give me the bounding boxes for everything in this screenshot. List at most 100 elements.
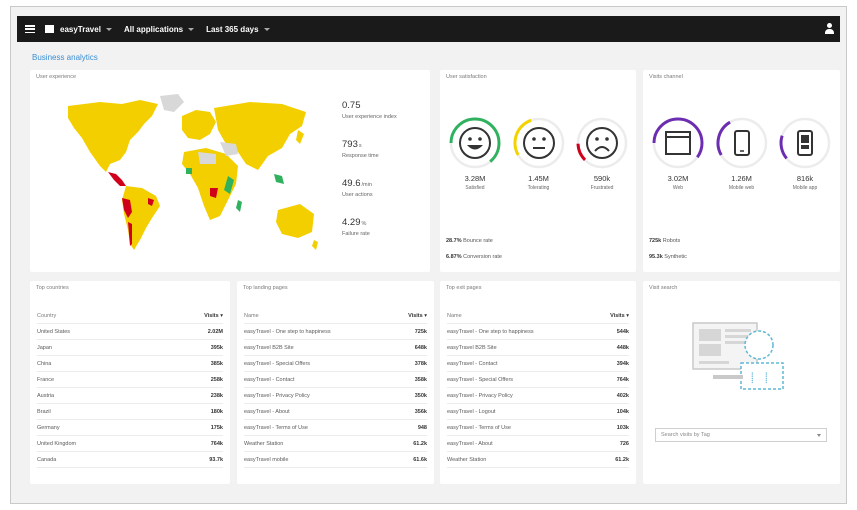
- menu-icon[interactable]: [25, 25, 35, 33]
- row-value: 175k: [210, 424, 223, 431]
- exit-pages-table: Name Visits ▾ easyTravel - One step to h…: [447, 308, 629, 468]
- column-header-visits[interactable]: Visits ▾: [610, 313, 629, 319]
- kpi-failure-rate[interactable]: 4.29% Failure rate: [342, 217, 422, 237]
- world-map[interactable]: [60, 94, 320, 254]
- kpi-user-actions[interactable]: 49.6/min User actions: [342, 178, 422, 198]
- table-row[interactable]: easyTravel mobile 61.6k: [244, 452, 427, 468]
- map-central-america[interactable]: [108, 172, 126, 186]
- map-japan[interactable]: [296, 130, 304, 144]
- table-row[interactable]: easyTravel - Special Offers 378k: [244, 356, 427, 372]
- gauge-value: 590k: [593, 174, 611, 183]
- tile-title: User satisfaction: [446, 74, 487, 80]
- timeframe-selector[interactable]: Last 365 days: [206, 24, 270, 34]
- user-experience-tile[interactable]: User experience 0.75 User experience ind…: [30, 70, 430, 272]
- map-australia[interactable]: [276, 204, 314, 238]
- synthetic-value: 95.3k: [649, 254, 663, 260]
- visit-search-input[interactable]: Search visits by Tag: [655, 428, 827, 442]
- gauge-frustrated[interactable]: 590k Frustrated: [573, 116, 631, 191]
- column-header-visits[interactable]: Visits ▾: [408, 313, 427, 319]
- row-name: easyTravel B2B Site: [244, 344, 294, 351]
- top-exit-pages-tile[interactable]: Top exit pages Name Visits ▾ easyTravel …: [440, 281, 636, 484]
- table-row[interactable]: Weather Station 61.2k: [244, 436, 427, 452]
- map-new-zealand[interactable]: [312, 240, 318, 250]
- app-selector[interactable]: easyTravel: [60, 25, 112, 34]
- column-header-country[interactable]: Country: [37, 313, 56, 319]
- robots-label: Robots: [662, 238, 681, 244]
- table-row[interactable]: easyTravel - Privacy Policy 350k: [244, 388, 427, 404]
- top-countries-tile[interactable]: Top countries Country Visits ▾ United St…: [30, 281, 230, 484]
- column-header-visits[interactable]: Visits ▾: [204, 313, 223, 319]
- table-row[interactable]: France 258k: [37, 372, 223, 388]
- applications-filter-label: All applications: [123, 24, 184, 34]
- gauge-web[interactable]: 3.02M Web: [649, 116, 707, 191]
- table-row[interactable]: United States 2.02M: [37, 324, 223, 340]
- row-name: easyTravel mobile: [244, 456, 289, 463]
- row-name: Brazil: [37, 408, 51, 415]
- row-value: 648k: [414, 344, 427, 351]
- row-name: easyTravel - One step to happiness: [244, 328, 331, 335]
- map-north-america[interactable]: [68, 100, 158, 172]
- timeframe-label: Last 365 days: [206, 24, 259, 34]
- mobile-app-gauge: [779, 117, 831, 169]
- row-name: United States: [37, 328, 71, 335]
- visit-search-placeholder: Search visits by Tag: [661, 432, 710, 438]
- table-row[interactable]: easyTravel - Special Offers 764k: [447, 372, 629, 388]
- gauge-mobile-web[interactable]: 1.26M Mobile web: [713, 116, 771, 191]
- table-row[interactable]: easyTravel - Logout 104k: [447, 404, 629, 420]
- table-row[interactable]: easyTravel - About 726: [447, 436, 629, 452]
- table-row[interactable]: easyTravel B2B Site 648k: [244, 340, 427, 356]
- table-row[interactable]: easyTravel B2B Site 448k: [447, 340, 629, 356]
- visit-search-tile[interactable]: Visit search ⸽ ⸽ Search visits by Tag: [643, 281, 840, 484]
- table-row[interactable]: easyTravel - Contact 358k: [244, 372, 427, 388]
- table-row[interactable]: easyTravel - Terms of Use 103k: [447, 420, 629, 436]
- kpi-label: User actions: [342, 192, 373, 198]
- map-greenland[interactable]: [160, 94, 184, 112]
- table-row[interactable]: easyTravel - One step to happiness 725k: [244, 324, 427, 340]
- table-header: Name Visits ▾: [447, 308, 629, 324]
- top-landing-pages-tile[interactable]: Top landing pages Name Visits ▾ easyTrav…: [237, 281, 434, 484]
- user-satisfaction-tile[interactable]: User satisfaction 3.28M Satisfied 1.45M …: [440, 70, 636, 272]
- table-row[interactable]: easyTravel - One step to happiness 544k: [447, 324, 629, 340]
- map-north-africa[interactable]: [198, 152, 216, 164]
- table-row[interactable]: China 385k: [37, 356, 223, 372]
- table-row[interactable]: Weather Station 61.2k: [447, 452, 629, 468]
- row-name: China: [37, 360, 52, 367]
- row-value: 104k: [616, 408, 629, 415]
- table-row[interactable]: easyTravel - Terms of Use 948: [244, 420, 427, 436]
- kpi-response-time[interactable]: 793s Response time: [342, 139, 422, 159]
- table-row[interactable]: Germany 175k: [37, 420, 223, 436]
- map-south-america[interactable]: [122, 186, 160, 250]
- row-value: 61.6k: [413, 456, 427, 463]
- table-row[interactable]: Canada 93.7k: [37, 452, 223, 468]
- map-europe[interactable]: [182, 110, 216, 140]
- table-row[interactable]: Japan 395k: [37, 340, 223, 356]
- kpi-value: 0.75: [342, 100, 361, 111]
- table-row[interactable]: Austria 238k: [37, 388, 223, 404]
- table-row[interactable]: easyTravel - About 356k: [244, 404, 427, 420]
- map-southeast-asia[interactable]: [274, 174, 284, 184]
- gauge-label: Mobile web: [728, 185, 755, 191]
- row-value: 448k: [616, 344, 629, 351]
- table-row[interactable]: easyTravel - Privacy Policy 402k: [447, 388, 629, 404]
- kpi-user-experience-index[interactable]: 0.75 User experience index: [342, 100, 422, 120]
- gauge-tolerating[interactable]: 1.45M Tolerating: [510, 116, 568, 191]
- column-header-name[interactable]: Name: [244, 313, 259, 319]
- table-row[interactable]: easyTravel - Contact 394k: [447, 356, 629, 372]
- robots-value: 725k: [649, 238, 662, 244]
- row-name: United Kingdom: [37, 440, 77, 447]
- user-icon[interactable]: [824, 23, 834, 35]
- visits-channel-tile[interactable]: Visits channel 3.02M Web 1.26M Mobile we…: [643, 70, 840, 272]
- row-name: Weather Station: [447, 456, 487, 463]
- table-row[interactable]: Brazil 180k: [37, 404, 223, 420]
- gauge-label: Tolerating: [527, 185, 550, 191]
- map-west-africa[interactable]: [186, 168, 192, 174]
- map-madagascar[interactable]: [236, 200, 242, 212]
- table-row[interactable]: United Kingdom 764k: [37, 436, 223, 452]
- row-value: 764k: [210, 440, 223, 447]
- applications-filter[interactable]: All applications: [123, 24, 195, 34]
- column-header-name[interactable]: Name: [447, 313, 462, 319]
- gauge-mobile-app[interactable]: 816k Mobile app: [776, 116, 834, 191]
- gauge-satisfied[interactable]: 3.28M Satisfied: [446, 116, 504, 191]
- row-name: easyTravel B2B Site: [447, 344, 497, 351]
- gauge-label: Frustrated: [590, 185, 614, 191]
